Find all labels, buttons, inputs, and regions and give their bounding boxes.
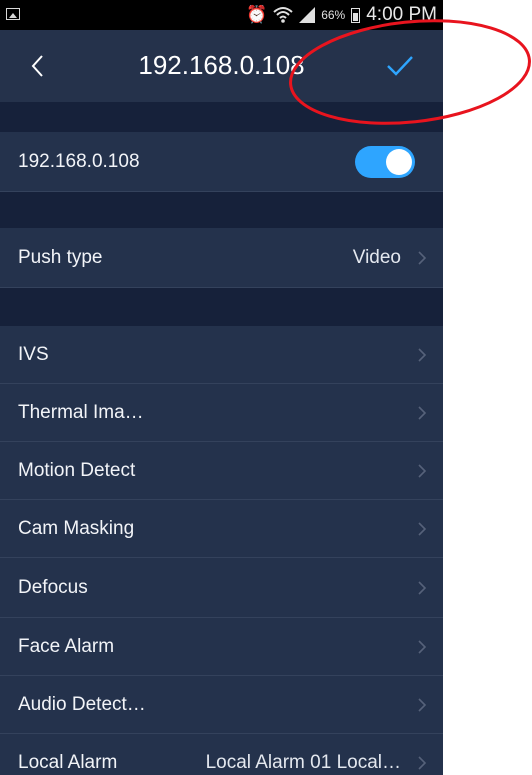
menu-item-audio-detect[interactable]: Audio Detect… [0, 676, 443, 734]
menu-item-label: Cam Masking [18, 517, 135, 539]
menu-item-label: IVS [18, 343, 49, 365]
menu-item-label: Local Alarm [18, 751, 118, 773]
device-ip-label: 192.168.0.108 [18, 150, 140, 172]
chevron-right-icon [418, 347, 427, 362]
status-bar: ⏰ 66% 4:00 PM [0, 0, 443, 30]
battery-percent: 66% [321, 8, 346, 22]
header-bar: 192.168.0.108 [0, 30, 443, 102]
chevron-right-icon [418, 697, 427, 712]
chevron-right-icon [418, 405, 427, 420]
push-type-value: Video [352, 246, 401, 268]
section-spacer [0, 102, 443, 132]
checkmark-icon[interactable] [383, 52, 417, 80]
local-alarm-value: Local Alarm 01 Local… [205, 751, 401, 773]
page-title: 192.168.0.108 [138, 50, 305, 80]
menu-item-label: Motion Detect [18, 459, 136, 481]
chevron-right-icon [418, 755, 427, 770]
menu-item-face-alarm[interactable]: Face Alarm [0, 618, 443, 676]
menu-item-label: Audio Detect… [18, 693, 146, 715]
status-time: 4:00 PM [366, 4, 437, 25]
alarm-clock-icon: ⏰ [246, 5, 268, 24]
chevron-right-icon [418, 639, 427, 654]
section-spacer [0, 288, 443, 326]
push-type-label: Push type [18, 246, 103, 268]
menu-item-label: Defocus [18, 576, 88, 598]
wifi-icon [273, 7, 293, 23]
menu-item-label: Face Alarm [18, 635, 115, 657]
phone-screen: ⏰ 66% 4:00 PM 192.168.0.108 192.168.0.10… [0, 0, 443, 775]
chevron-right-icon [418, 463, 427, 478]
menu-item-cam-masking[interactable]: Cam Masking [0, 500, 443, 558]
menu-item-local-alarm[interactable]: Local Alarm Local Alarm 01 Local… [0, 734, 443, 775]
section-spacer [0, 192, 443, 228]
menu-item-motion-detect[interactable]: Motion Detect [0, 442, 443, 500]
device-enable-toggle[interactable] [355, 145, 415, 178]
toggle-knob [386, 148, 412, 175]
menu-item-label: Thermal Ima… [18, 401, 144, 423]
device-enable-row[interactable]: 192.168.0.108 [0, 132, 443, 192]
chevron-right-icon [418, 250, 427, 265]
push-type-row[interactable]: Push type Video [0, 228, 443, 288]
menu-item-thermal-imaging[interactable]: Thermal Ima… [0, 384, 443, 442]
chevron-right-icon [418, 580, 427, 595]
chevron-right-icon [418, 521, 427, 536]
menu-item-ivs[interactable]: IVS [0, 326, 443, 384]
signal-icon [299, 7, 316, 23]
gallery-icon [6, 8, 20, 20]
battery-icon [351, 7, 361, 23]
menu-item-defocus[interactable]: Defocus [0, 558, 443, 618]
